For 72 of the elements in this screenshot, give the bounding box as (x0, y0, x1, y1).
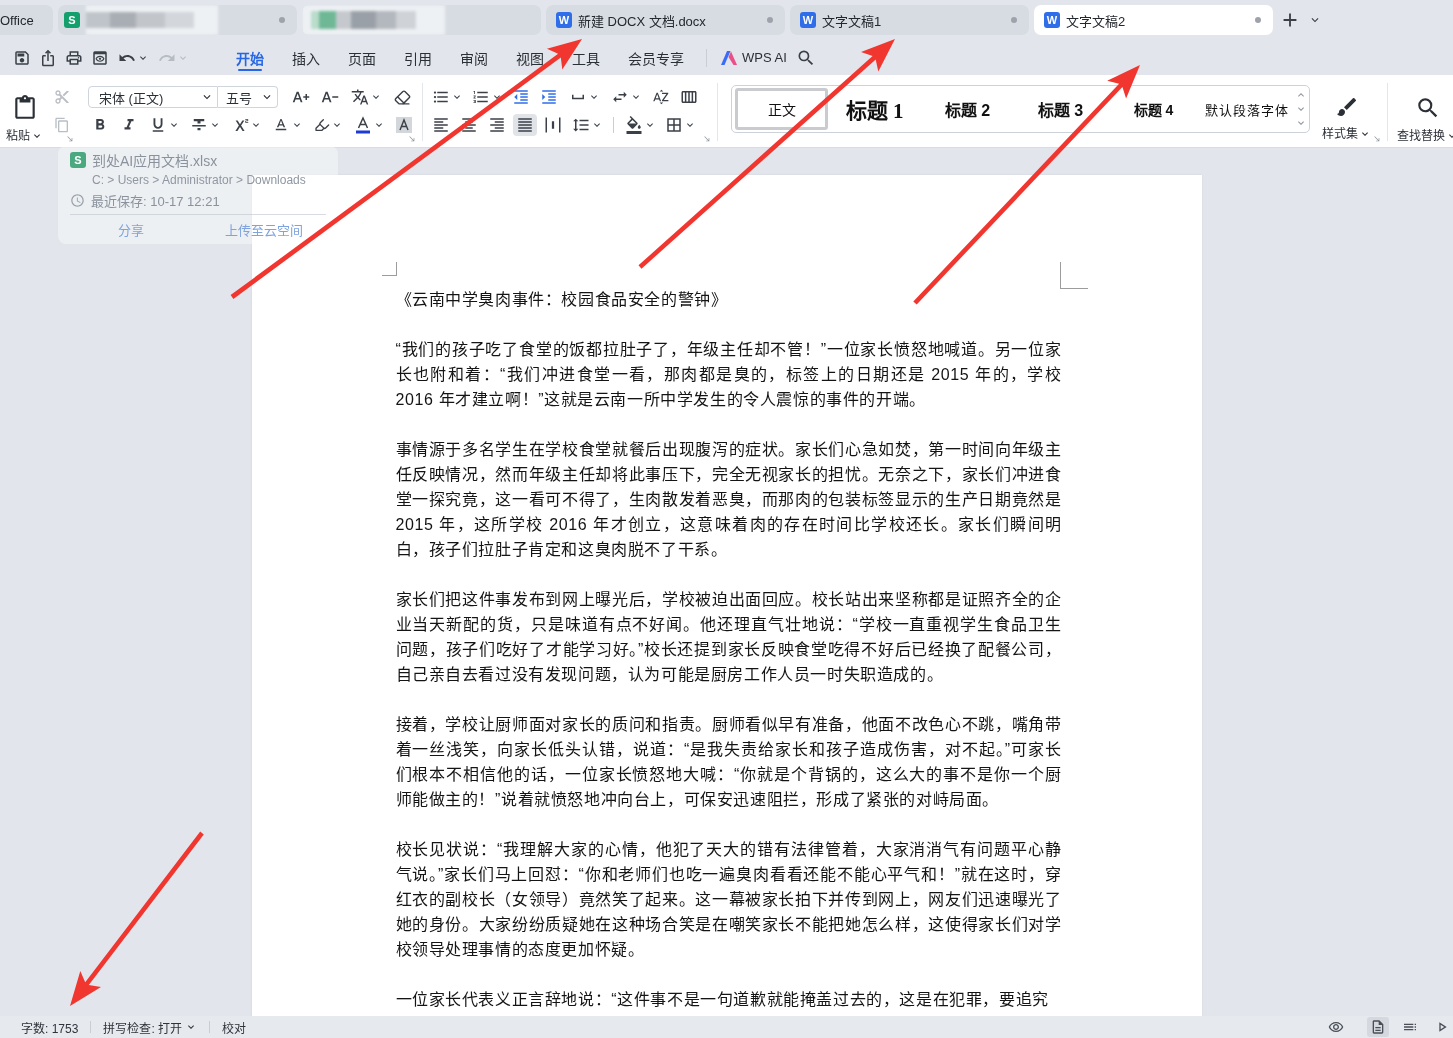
save-icon (13, 48, 31, 67)
spell-check-button[interactable]: 拼写检查: 打开 (103, 1018, 198, 1036)
menu-tab[interactable]: 开始 (222, 40, 278, 75)
style-option[interactable]: 标题 4 (1107, 88, 1200, 130)
word-count: 字数: 1753 (21, 1020, 79, 1036)
menu-tab[interactable]: 会员专享 (614, 40, 698, 75)
paragraph: 接着，学校让厨师面对家长的质问和指责。厨师看似早有准备，他面不改色心不跳，嘴角带着一丝浅笑，向家长低头认错，说道：“是我失责给家长和孩子造成伤害，对不起。”可家长们根本不相信他的话，一位家长愤怒地大喊：“你就是个背锅的，这么大的事不是你一个厨师能做主的！”说着就愤怒地冲向台上，可保安迅速阻拦，形成了紧张的对峙局面。 (395, 715, 1062, 810)
app-icon: W (800, 12, 816, 28)
find-replace-button[interactable]: 查找替换 (1397, 86, 1453, 147)
paragraph: “我们的孩子吃了食堂的饭都拉肚子了，年级主任却不管！”一位家长愤怒地喊道。另一位家长也附和着：“我们冲进食堂一看，那肉都是臭的，标签上的日期还是 2015 年的，学校 2016 年才建立啊！”这就是云南一所中学发生的令人震惊的事件的开端。 (395, 340, 1062, 410)
copy-icon (54, 117, 70, 133)
app-icon: S (70, 152, 86, 168)
document-tab[interactable]: W 新建 DOCX 文档.docx (546, 5, 785, 35)
paragraph: 一位家长代表义正言辞地说：“这件事不是一句道歉就能掩盖过去的，这是在犯罪，要追究 (395, 990, 1050, 1010)
app-icon: W (556, 12, 572, 28)
font-name-select[interactable]: 宋体 (正文) (88, 86, 218, 108)
paragraph: 事情源于多名学生在学校食堂就餐后出现腹泻的症状。家长们心急如焚，第一时间向年级主任反映情况，然而年级主任却将此事压下，完全无视家长的担忧。无奈之下，家长们冲进食堂一探究竟，这一看可不得了，生肉散发着恶臭，而那肉的包装标签显示的生产日期竟然是 2015 年，这所学校 2016 年才创立，这意味着肉的存在时间比学校还长。家长们瞬间明白，孩子们拉肚子肯定和这臭肉脱不了干系。 (395, 440, 1062, 560)
style-set-button[interactable]: 样式集 (1322, 86, 1371, 145)
menu-tab[interactable]: 引用 (390, 40, 446, 75)
preview-icon (91, 48, 109, 67)
document-view-button[interactable] (1367, 1017, 1389, 1037)
align-right-icon (488, 116, 506, 134)
last-saved-text: 最近保存: 10-17 12:21 (91, 192, 220, 210)
eraser-icon (393, 88, 411, 106)
indent-increase-icon (540, 88, 558, 106)
app-icon: W (1044, 12, 1060, 28)
menu-tab[interactable]: 视图 (502, 40, 558, 75)
paragraph: 家长们把这件事发布到网上曝光后，学校被迫出面回应。校长站出来坚称都是证照齐全的企业当天新配的货，只是味道有点不好闻。他还理直气壮地说：“学校一直重视学生食品卫生问题，孩子们吃好了才能学习好。”校长还提到家长反映食堂吃得不好后已经换了配餐公司，自己亲自去看过没有发现问题，认为可能是厨房工作人员一时失职造成的。 (395, 590, 1062, 685)
line-spacing-icon (571, 116, 590, 134)
paragraph: 校长见状说：“我理解大家的心情，他犯了天大的错有法律管着，大家消消气有问题平心静气说。”家长们马上回怼：“你和老师们也吃一遍臭肉看看还能不能心平气和！”就在这时，穿红衣的副校长（女领导）竟然笑了起来。这一幕被家长拍下并传到网上，网友们迅速曝光了她的身份。大家纷纷质疑她在这种场合笑是在嘲笑家长不能把她怎么样，这使得家长们对学校领导处理事情的态度更加怀疑。 (395, 840, 1062, 960)
document-icon (1370, 1019, 1386, 1035)
paint-bucket-icon (624, 116, 643, 134)
text-shading-icon (395, 116, 413, 134)
translate-icon (350, 88, 369, 106)
file-name: 到处AI应用文档.xlsx (92, 152, 218, 170)
menu-tab[interactable]: 页面 (334, 40, 390, 75)
ai-button[interactable]: WPS AI (715, 44, 793, 71)
document-tab[interactable]: W 文字文稿2 (1034, 5, 1273, 35)
app-icon: S (64, 12, 80, 28)
clock-icon (70, 192, 85, 208)
distribute-icon (544, 116, 562, 134)
align-justify-icon (516, 116, 534, 134)
margin-corner-mark (381, 262, 397, 276)
font-color-icon (353, 116, 372, 134)
share-icon (39, 48, 57, 67)
eye-icon (1328, 1019, 1344, 1035)
sort-icon (652, 88, 670, 106)
menu-tab[interactable]: 插入 (278, 40, 334, 75)
file-path: C: > Users > Administrator > Downloads (92, 172, 306, 188)
columns-icon (680, 88, 698, 106)
print-icon (65, 48, 83, 67)
align-justify-button[interactable] (513, 114, 537, 136)
highlighter-icon (313, 117, 330, 133)
style-option[interactable]: 默认段落字体 (1200, 88, 1293, 130)
menu-tab[interactable]: 审阅 (446, 40, 502, 75)
margin-corner-mark (1059, 262, 1088, 289)
style-option[interactable]: 标题 3 (1014, 88, 1107, 130)
document-tab[interactable]: W 文字文稿1 (790, 5, 1029, 35)
proofread-button[interactable]: 校对 (222, 1018, 247, 1036)
style-option[interactable]: 标题 2 (921, 88, 1014, 130)
align-left-icon (432, 116, 450, 134)
document-title: 《云南中学臭肉事件：校园食品安全的警钟》 (395, 290, 729, 310)
ai-logo-icon (721, 50, 737, 65)
menu-tab[interactable]: 工具 (558, 40, 614, 75)
cut-icon (54, 89, 70, 105)
style-option[interactable]: 标题 1 (828, 88, 921, 130)
paste-button[interactable]: 粘贴 (6, 86, 43, 147)
font-size-select[interactable]: 五号 (218, 86, 278, 108)
home-tab[interactable]: Office (0, 5, 53, 35)
numbered-list-icon (471, 88, 490, 106)
grid-icon (664, 116, 683, 134)
indent-decrease-icon (512, 88, 530, 106)
